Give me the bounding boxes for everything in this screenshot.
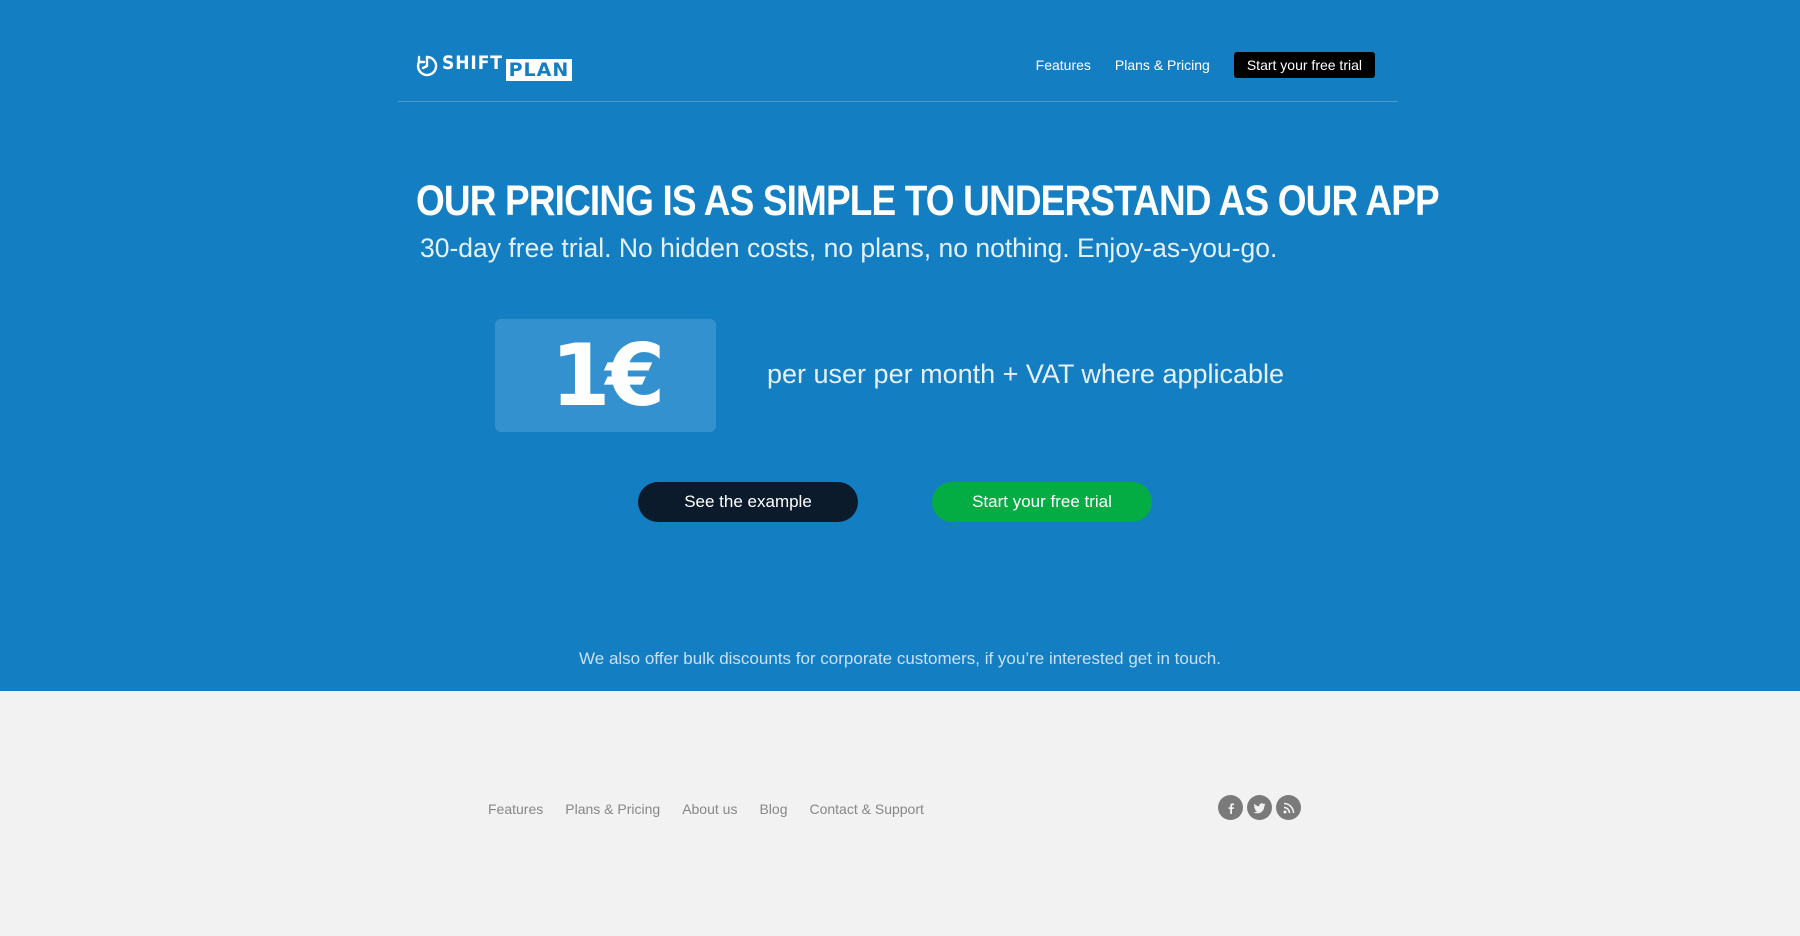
facebook-glyph <box>1228 802 1234 814</box>
logo-text-plan: PLAN <box>505 59 573 81</box>
page-subheadline: 30-day free trial. No hidden costs, no p… <box>420 233 1278 263</box>
nav-link-features[interactable]: Features <box>1036 53 1091 77</box>
footer-nav: Features Plans & Pricing About us Blog C… <box>488 800 946 818</box>
rss-glyph <box>1283 802 1294 813</box>
logo[interactable]: SHIFT PLAN <box>415 52 573 82</box>
footer-link-contact-support[interactable]: Contact & Support <box>809 800 923 818</box>
logo-text-shift: SHIFT <box>442 52 503 74</box>
price-value: 1€ <box>550 325 666 426</box>
main-nav: Features Plans & Pricing Start your free… <box>1036 52 1375 78</box>
footer-link-plans-pricing[interactable]: Plans & Pricing <box>565 800 660 818</box>
page-headline: OUR PRICING IS AS SIMPLE TO UNDERSTAND A… <box>416 177 1440 225</box>
social-links <box>1218 795 1305 820</box>
hero-section: SHIFT PLAN Features Plans & Pricing Star… <box>0 0 1800 691</box>
bulk-discount-note: We also offer bulk discounts for corpora… <box>579 649 1221 668</box>
twitter-glyph <box>1253 802 1266 813</box>
footer-link-features[interactable]: Features <box>488 800 543 818</box>
twitter-icon[interactable] <box>1247 795 1272 820</box>
price-box: 1€ <box>495 319 716 432</box>
price-description: per user per month + VAT where applicabl… <box>767 359 1285 389</box>
nav-link-plans-pricing[interactable]: Plans & Pricing <box>1115 53 1210 77</box>
nav-free-trial-button[interactable]: Start your free trial <box>1233 52 1375 78</box>
rss-icon[interactable] <box>1276 795 1301 820</box>
facebook-icon[interactable] <box>1218 795 1243 820</box>
footer-link-about-us[interactable]: About us <box>682 800 737 818</box>
start-free-trial-button[interactable]: Start your free trial <box>932 482 1152 522</box>
footer-link-blog[interactable]: Blog <box>759 800 787 818</box>
clock-refresh-icon <box>416 55 438 77</box>
see-example-button[interactable]: See the example <box>638 482 858 522</box>
site-header: SHIFT PLAN Features Plans & Pricing Star… <box>398 0 1398 102</box>
